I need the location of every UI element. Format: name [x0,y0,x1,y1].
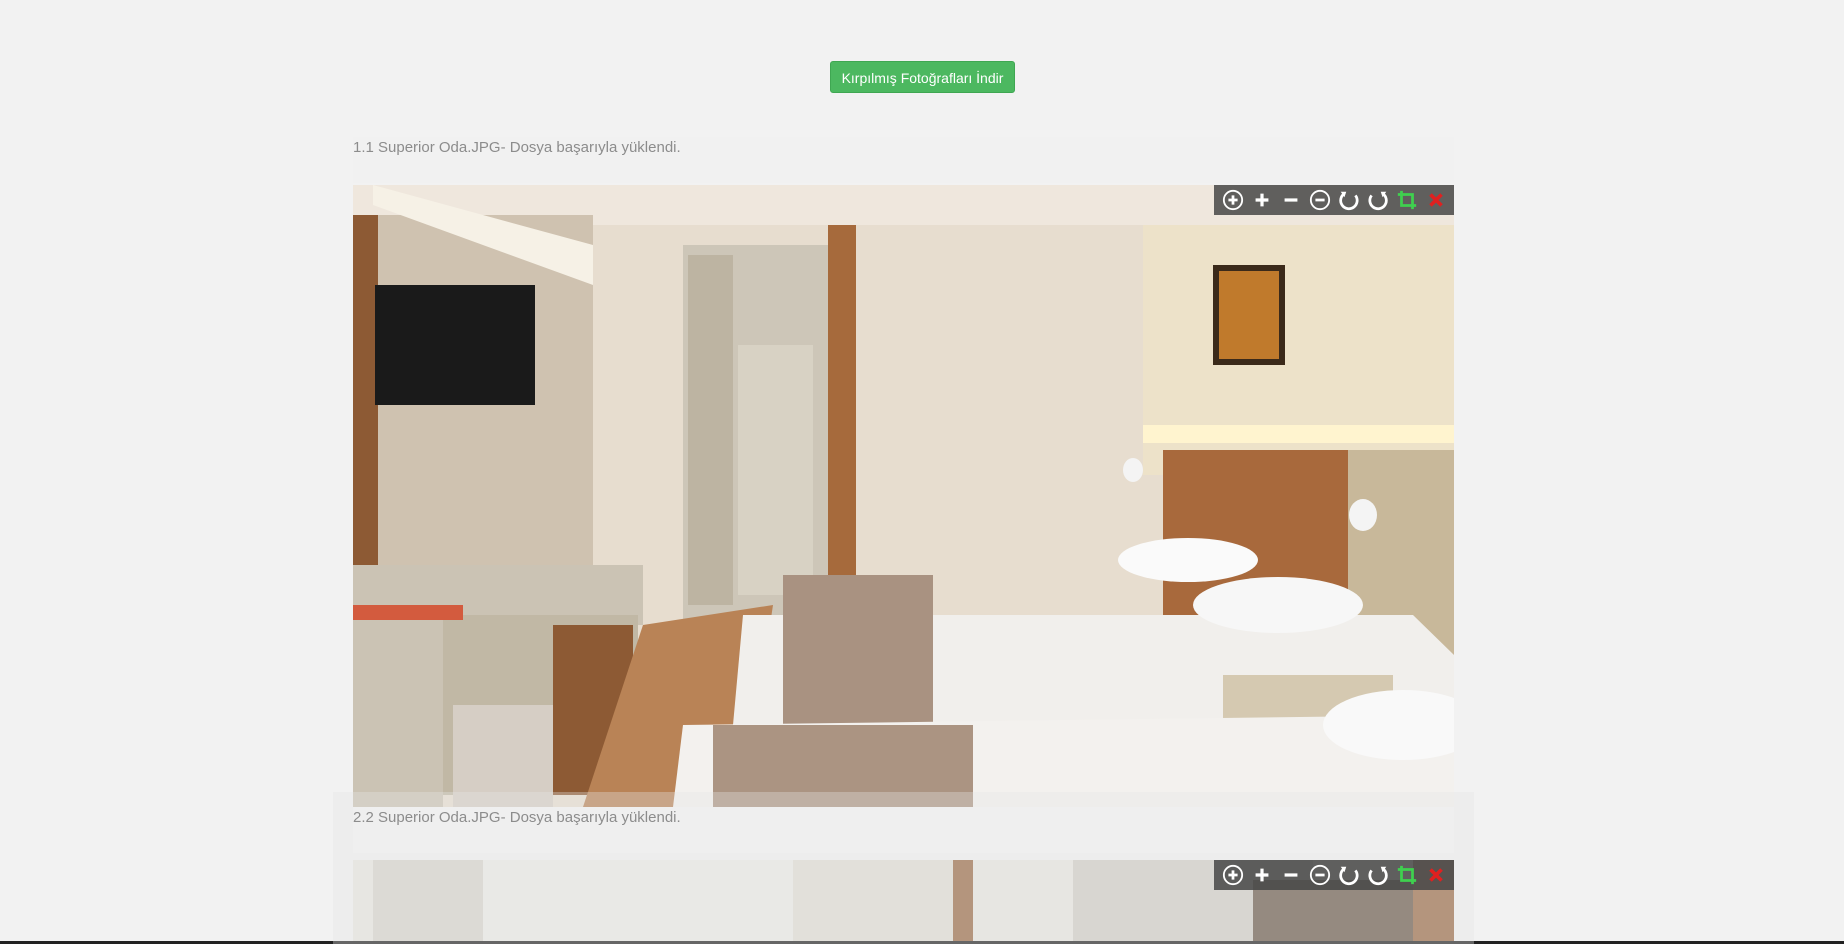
zoom-out-circle-icon[interactable] [1307,862,1333,888]
rotate-left-icon[interactable] [1336,187,1362,213]
upload-status-text: 2.2 Superior Oda.JPG- Dosya başarıyla yü… [353,809,681,826]
rotate-left-icon[interactable] [1336,862,1362,888]
upload-status-bar: 1.1 Superior Oda.JPG- Dosya başarıyla yü… [353,137,1454,183]
upload-status-text: 1.1 Superior Oda.JPG- Dosya başarıyla yü… [353,139,681,156]
download-cropped-photos-button[interactable]: Kırpılmış Fotoğrafları İndir [830,61,1015,93]
minus-icon[interactable] [1278,187,1304,213]
plus-icon[interactable] [1249,862,1275,888]
upload-status-bar: 2.2 Superior Oda.JPG- Dosya başarıyla yü… [353,807,1454,853]
upload-card-1: 1.1 Superior Oda.JPG- Dosya başarıyla yü… [353,137,1454,807]
rotate-right-icon[interactable] [1365,862,1391,888]
crop-icon[interactable] [1394,187,1420,213]
zoom-in-circle-icon[interactable] [1220,862,1246,888]
image-toolbar [1214,185,1454,215]
close-icon[interactable] [1423,187,1449,213]
room-photo[interactable] [353,185,1454,807]
minus-icon[interactable] [1278,862,1304,888]
crop-icon[interactable] [1394,862,1420,888]
close-icon[interactable] [1423,862,1449,888]
plus-icon[interactable] [1249,187,1275,213]
image-toolbar [1214,860,1454,890]
rotate-right-icon[interactable] [1365,187,1391,213]
zoom-out-circle-icon[interactable] [1307,187,1333,213]
zoom-in-circle-icon[interactable] [1220,187,1246,213]
